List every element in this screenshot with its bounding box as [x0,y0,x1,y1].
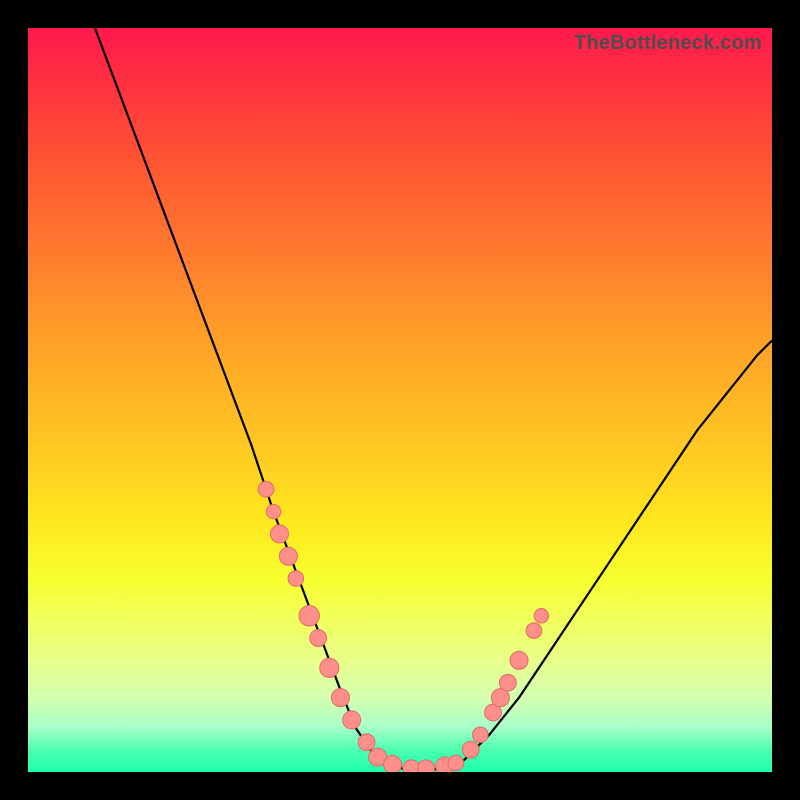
curve-line [95,28,772,770]
chart-svg [28,28,772,772]
plot-area: TheBottleneck.com [28,28,772,772]
scatter-markers [258,481,548,772]
chart-frame: TheBottleneck.com [0,0,800,800]
